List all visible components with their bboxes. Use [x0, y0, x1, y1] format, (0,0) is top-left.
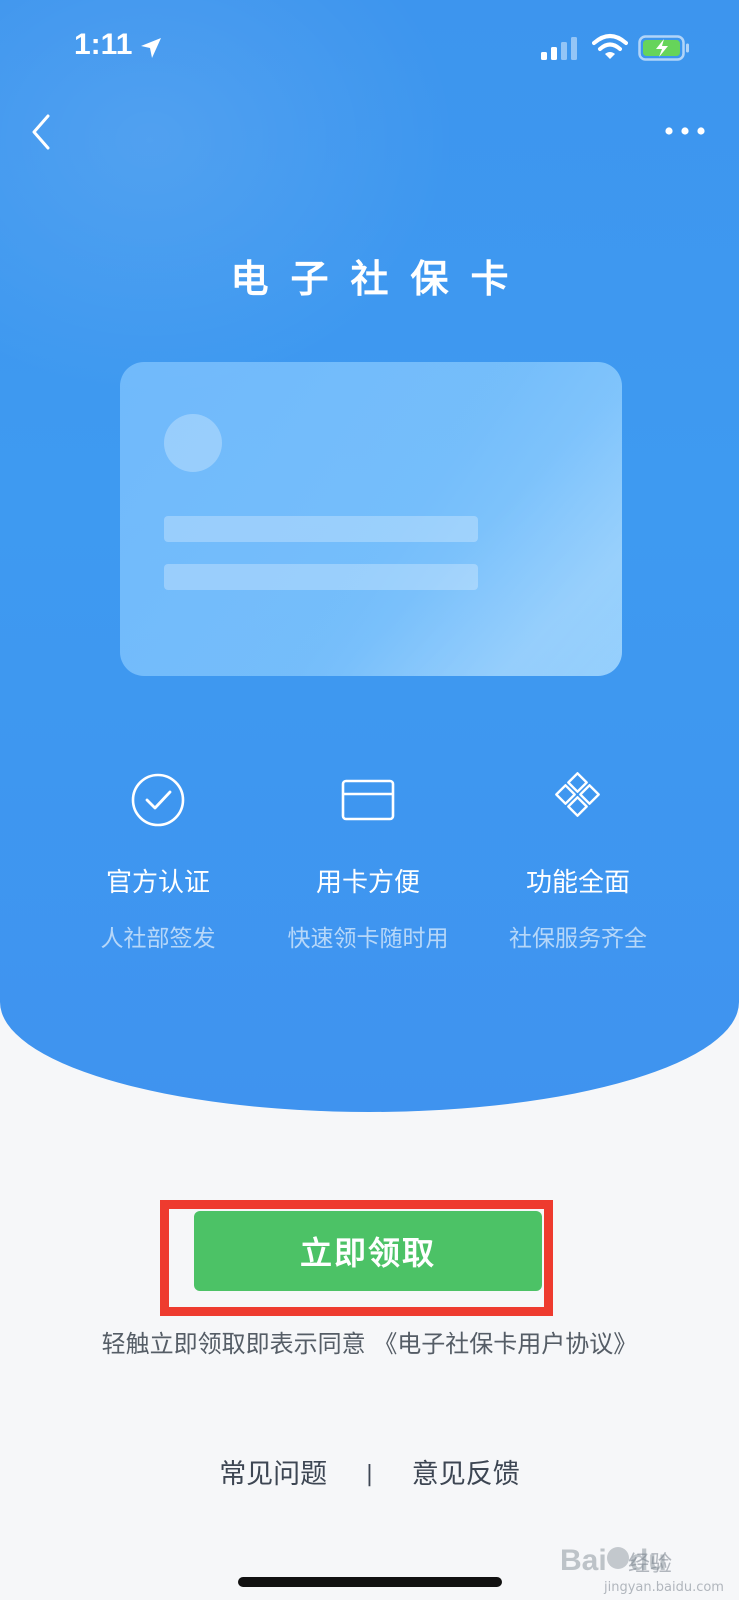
hero-banner: 1:11 电子社保卡 官方认证 人社部签发 用卡方便 快速领卡随时用 功能全面 … [0, 0, 739, 1112]
svg-text:Bai: Bai [560, 1544, 607, 1577]
battery-charging-icon [638, 35, 689, 61]
faq-link[interactable]: 常见问题 [219, 1459, 327, 1490]
card-line-placeholder [164, 516, 478, 542]
card-illustration [120, 362, 622, 676]
card-line-placeholder [164, 564, 478, 590]
feature-title: 用卡方便 [315, 868, 420, 898]
feedback-link[interactable]: 意见反馈 [412, 1459, 520, 1490]
cellular-signal-icon [541, 37, 577, 60]
check-circle-icon [131, 773, 185, 827]
status-time: 1:11 [74, 28, 133, 61]
grid-diamond-icon [555, 772, 600, 817]
home-indicator [238, 1577, 502, 1587]
agreement-text: 轻触立即领取即表示同意 《电子社保卡用户协议》 [0, 1324, 739, 1359]
claim-now-button[interactable]: 立即领取 [194, 1211, 542, 1291]
watermark-url: jingyan.baidu.com [604, 1580, 724, 1595]
feature-subtitle: 社保服务齐全 [509, 926, 647, 952]
footer-separator: | [365, 1462, 374, 1487]
agreement-prefix: 轻触立即领取即表示同意 [101, 1330, 366, 1358]
watermark-text: 经验 [628, 1552, 673, 1577]
feature-subtitle: 快速领卡随时用 [287, 926, 449, 952]
status-bar: 1:11 [0, 0, 739, 96]
page-title: 电子社保卡 [230, 257, 531, 301]
card-icon [341, 779, 395, 821]
user-agreement-link[interactable]: 《电子社保卡用户协议》 [373, 1330, 637, 1358]
feature-title: 功能全面 [525, 868, 630, 898]
location-arrow-icon [141, 38, 161, 58]
feature-title: 官方认证 [105, 868, 210, 898]
feature-full-functions: 功能全面 社保服务齐全 [468, 770, 688, 953]
feature-convenient-card: 用卡方便 快速领卡随时用 [258, 770, 478, 953]
back-button[interactable] [26, 108, 66, 156]
feature-subtitle: 人社部签发 [100, 926, 216, 952]
wifi-icon [592, 34, 628, 59]
feature-official-certification: 官方认证 人社部签发 [48, 770, 268, 953]
more-options-button[interactable] [662, 116, 708, 146]
footer-links: 常见问题 | 意见反馈 [0, 1452, 739, 1491]
card-avatar-placeholder [164, 414, 222, 472]
